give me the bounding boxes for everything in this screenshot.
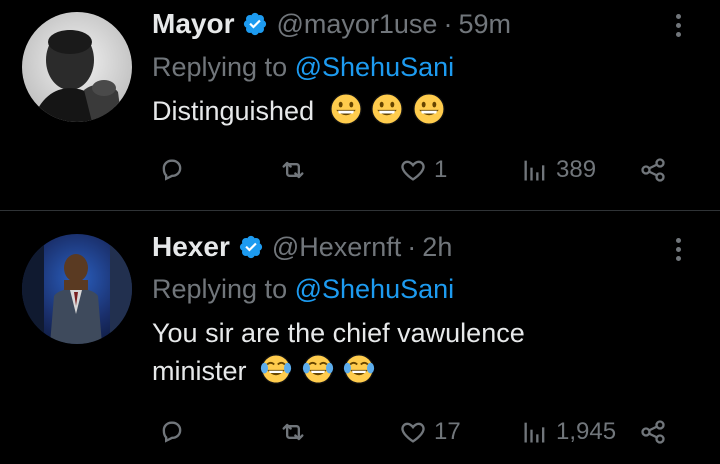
tweet-divider [0,210,720,211]
tweet-text-content: Distinguished [152,96,315,126]
mention-link[interactable]: @ShehuSani [295,274,455,304]
mention-link[interactable]: @ShehuSani [295,52,455,82]
face-with-tears-of-joy-emoji-icon [260,354,292,384]
user-handle[interactable]: @Hexernft [272,232,401,263]
reply-icon [162,421,182,443]
user-handle[interactable]: @mayor1use [276,9,437,40]
share-icon [641,420,665,444]
retweet-button[interactable] [278,414,314,450]
retweet-icon [282,161,304,179]
like-button[interactable]: 1 [398,152,447,188]
like-count: 1 [434,156,448,183]
like-button[interactable]: 17 [398,414,461,450]
share-button[interactable] [638,414,668,450]
replying-prefix: Replying to [152,274,288,304]
more-options-icon[interactable] [674,14,682,37]
view-count: 389 [556,156,597,183]
separator-dot: · [407,231,417,262]
retweet-icon [282,423,304,441]
tweet-header: Hexer @Hexernft · 2h [152,230,452,264]
replying-prefix: Replying to [152,52,288,82]
replying-to: Replying to @ShehuSani [152,274,454,305]
views-chart-icon [524,422,545,443]
view-count: 1,945 [556,418,617,445]
like-count: 17 [434,418,461,445]
more-options-icon[interactable] [674,238,682,261]
tweet-actions: 17 1,945 [152,414,672,450]
tweet-text-line: You sir are the chief vawulence [152,318,525,348]
heart-icon [401,422,425,443]
tweet-mayor[interactable]: Mayor @mayor1use · 59m Replying to @Sheh… [0,0,720,211]
tweet-header: Mayor @mayor1use · 59m [152,7,511,41]
verified-badge-icon [244,12,267,36]
profile-photo [22,234,132,344]
timestamp[interactable]: 2h [422,232,452,263]
reply-button[interactable] [158,152,192,188]
reply-icon [162,159,182,181]
tweet-text: Distinguished [152,92,445,130]
views-chart-icon [524,160,545,181]
tweet-hexer[interactable]: Hexer @Hexernft · 2h Replying to @ShehuS… [0,212,720,464]
timestamp[interactable]: 59m [458,9,511,40]
profile-photo [22,12,132,122]
views-button[interactable]: 1,945 [520,414,616,450]
face-with-tears-of-joy-emoji-icon [302,354,333,384]
display-name[interactable]: Mayor [152,8,234,40]
grinning-face-emoji-icon [412,93,445,125]
replying-to: Replying to @ShehuSani [152,52,454,83]
separator-dot: · [443,8,453,39]
heart-icon [401,160,425,181]
grinning-face-emoji-icon [329,93,362,125]
reply-button[interactable] [158,414,192,450]
retweet-button[interactable] [278,152,314,188]
tweet-text: You sir are the chief vawulence minister [152,314,525,390]
face-with-tears-of-joy-emoji-icon [343,354,375,384]
avatar-mayor[interactable] [22,12,132,122]
verified-badge-icon [239,235,262,259]
share-icon [641,158,665,182]
tweet-actions: 1 389 [152,152,672,188]
display-name[interactable]: Hexer [152,231,230,263]
grinning-face-emoji-icon [371,93,403,125]
share-button[interactable] [638,152,668,188]
views-button[interactable]: 389 [520,152,596,188]
avatar-hexer[interactable] [22,234,132,344]
tweet-text-line: minister [152,356,247,386]
